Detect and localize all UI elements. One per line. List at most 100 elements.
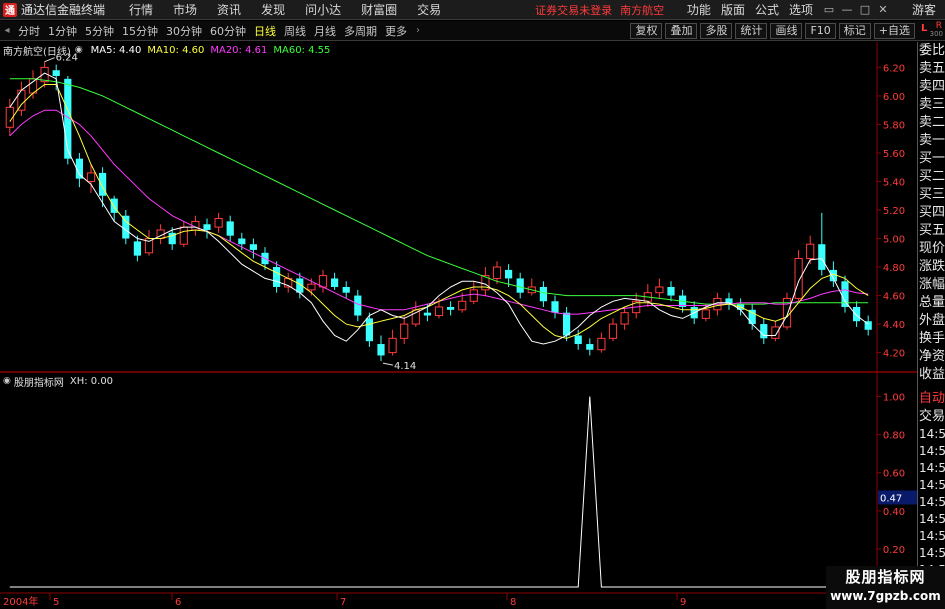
candle-body bbox=[273, 267, 281, 287]
price-tick-label: 4.60 bbox=[883, 292, 905, 303]
guest-login[interactable]: 游客 bbox=[912, 1, 936, 18]
settings-circle-icon[interactable]: ◉ bbox=[75, 45, 83, 55]
menu-market[interactable]: 市场 bbox=[163, 1, 207, 18]
candle-body bbox=[179, 226, 188, 245]
menu-news[interactable]: 资讯 bbox=[207, 1, 251, 18]
time-tick-label: 6 bbox=[175, 597, 181, 608]
time-tick-label: 2004年 bbox=[3, 595, 38, 608]
restore-icon[interactable]: ▭ bbox=[820, 3, 838, 16]
draw-line-button[interactable]: 画线 bbox=[770, 22, 803, 39]
price-tick-label: 6.20 bbox=[883, 63, 905, 74]
tab-60min[interactable]: 60分钟 bbox=[206, 23, 250, 39]
candle-body bbox=[563, 312, 571, 336]
login-status[interactable]: 证券交易未登录 bbox=[535, 2, 612, 18]
statistics-button[interactable]: 统计 bbox=[735, 22, 768, 39]
menu-trade[interactable]: 交易 bbox=[407, 1, 451, 18]
tick-time: 14:56 bbox=[919, 529, 945, 543]
candle-body bbox=[447, 306, 455, 310]
menu-layout[interactable]: 版面 bbox=[716, 1, 750, 18]
mark-button[interactable]: 标记 bbox=[838, 22, 871, 39]
period-tabs: 分时 1分钟 5分钟 15分钟 30分钟 60分钟 日线 周线 月线 多周期 更… bbox=[14, 23, 411, 39]
time-tick-label: 8 bbox=[510, 597, 516, 608]
indicator-tick-label: 0.40 bbox=[883, 507, 905, 518]
tab-30min[interactable]: 30分钟 bbox=[162, 23, 206, 39]
close-icon[interactable]: ✕ bbox=[874, 3, 892, 16]
tab-15min[interactable]: 15分钟 bbox=[118, 23, 162, 39]
menu-wealth[interactable]: 财富圈 bbox=[351, 1, 407, 18]
adjust-button[interactable]: 复权 bbox=[630, 22, 663, 39]
ma10-label: MA10: 4.60 bbox=[147, 44, 205, 56]
tab-intraday[interactable]: 分时 bbox=[14, 23, 44, 39]
time-tick-label: 7 bbox=[340, 597, 346, 608]
menu-ask[interactable]: 问小达 bbox=[295, 1, 351, 18]
tick-time: 14:56 bbox=[919, 546, 945, 560]
app-title: 通达信金融终端 bbox=[21, 3, 106, 17]
menu-formula[interactable]: 公式 bbox=[750, 1, 784, 18]
indicator-value: XH: 0.00 bbox=[69, 375, 114, 387]
candle-body bbox=[203, 224, 211, 230]
candle-body bbox=[354, 295, 362, 316]
tab-monthly[interactable]: 月线 bbox=[310, 23, 340, 39]
candle-body bbox=[365, 318, 373, 342]
candle-body bbox=[469, 289, 478, 302]
lr-corner-badge[interactable]: L R 300 bbox=[919, 21, 945, 41]
candle-body bbox=[771, 326, 780, 339]
auto-trade-label[interactable]: 自动 bbox=[918, 390, 945, 408]
candle-body bbox=[551, 301, 559, 313]
watermark: 股朋指标网 www.7gpzb.com bbox=[826, 566, 945, 609]
tick-time: 14:56 bbox=[919, 427, 945, 441]
info-row-label: 收益 bbox=[919, 367, 945, 382]
candle-body bbox=[214, 218, 223, 228]
candle-body bbox=[52, 70, 60, 76]
auto-trade-label-2[interactable]: 交易 bbox=[918, 408, 945, 426]
candle-body bbox=[586, 344, 594, 350]
xh-indicator-line bbox=[9, 396, 869, 588]
minimize-icon[interactable]: — bbox=[838, 3, 856, 16]
add-watchlist-button[interactable]: +自选 bbox=[873, 22, 915, 39]
tab-multi-period[interactable]: 多周期 bbox=[340, 23, 381, 39]
more-chevron-icon[interactable]: › bbox=[411, 25, 425, 36]
toolbar-left-arrow-icon[interactable]: ◂ bbox=[0, 25, 14, 36]
price-tick-label: 5.80 bbox=[883, 120, 905, 131]
price-tick-label: 4.40 bbox=[883, 320, 905, 331]
info-row-label: 买三 bbox=[919, 187, 945, 202]
candle-body bbox=[667, 287, 675, 296]
watermark-name: 股朋指标网 bbox=[845, 568, 926, 586]
tab-1min[interactable]: 1分钟 bbox=[44, 23, 81, 39]
info-row-label: 涨幅 bbox=[919, 277, 945, 292]
info-row-label: 卖四 bbox=[919, 79, 945, 94]
candle-body bbox=[760, 324, 768, 339]
tab-more[interactable]: 更多 bbox=[381, 23, 411, 39]
high-marker-line bbox=[44, 57, 55, 63]
candle-body bbox=[400, 323, 409, 339]
current-value-label: 0.47 bbox=[880, 493, 902, 504]
tab-daily[interactable]: 日线 bbox=[250, 23, 280, 39]
menu-discover[interactable]: 发现 bbox=[251, 1, 295, 18]
tick-time: 14:56 bbox=[919, 444, 945, 458]
tab-5min[interactable]: 5分钟 bbox=[81, 23, 118, 39]
candle-body bbox=[86, 172, 96, 182]
candle-body bbox=[818, 244, 826, 270]
f10-button[interactable]: F10 bbox=[805, 22, 836, 39]
ma20-line bbox=[9, 109, 869, 315]
right-menu: 功能 版面 公式 选项 bbox=[682, 1, 818, 18]
multi-stock-button[interactable]: 多股 bbox=[700, 22, 733, 39]
menu-options[interactable]: 选项 bbox=[784, 1, 818, 18]
candle-body bbox=[608, 323, 618, 339]
tab-weekly[interactable]: 周线 bbox=[280, 23, 310, 39]
quote-info-panel: 委比 卖五 卖四 卖三 卖二 卖一 买一 买二 买三 买四 买五 现价 涨跌 涨幅 总量 外盘 换手 净资 收益 自… bbox=[917, 42, 945, 609]
tick-time: 14:56 bbox=[919, 461, 945, 475]
kline-chart[interactable]: 6.20 6.00 5.80 5.60 5.40 5.20 5.00 4.80 4.60 4.40… bbox=[0, 42, 917, 609]
indicator-settings-icon[interactable]: ◉ bbox=[3, 376, 11, 386]
ma-legend: 南方航空(日线) ◉ MA5: 4.40 MA10: 4.60 MA20: 4.… bbox=[3, 43, 330, 58]
price-tick-label: 5.00 bbox=[883, 235, 905, 246]
menu-functions[interactable]: 功能 bbox=[682, 1, 716, 18]
maximize-icon[interactable]: □ bbox=[856, 3, 874, 16]
time-tick-label: 9 bbox=[680, 597, 686, 608]
overlay-button[interactable]: 叠加 bbox=[665, 22, 698, 39]
tick-time: 14:56 bbox=[919, 478, 945, 492]
info-row-label: 涨跌 bbox=[919, 259, 945, 274]
menu-quotes[interactable]: 行情 bbox=[119, 1, 163, 18]
price-tick-label: 4.80 bbox=[883, 263, 905, 274]
price-tick-label: 6.00 bbox=[883, 92, 905, 103]
